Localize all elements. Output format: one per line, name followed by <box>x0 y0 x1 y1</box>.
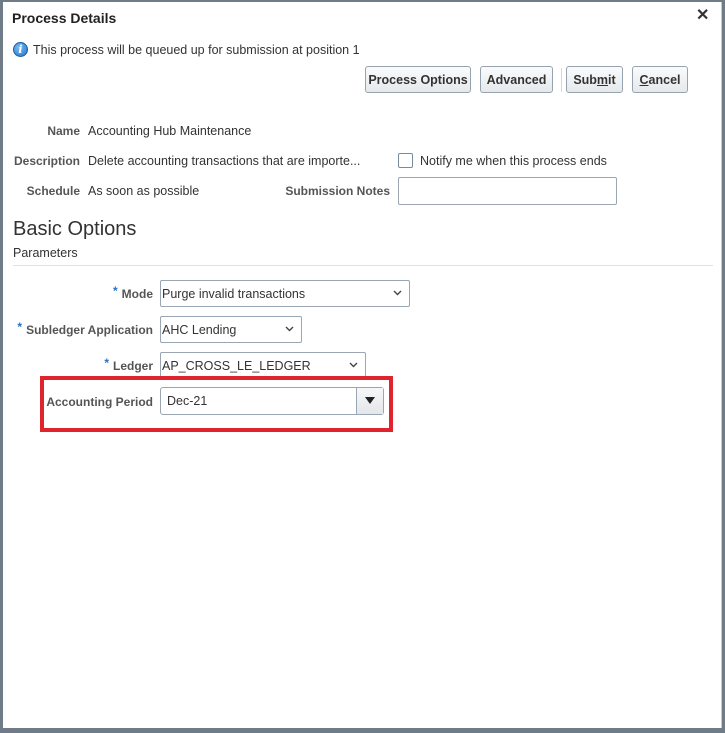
description-value: Delete accounting transactions that are … <box>88 154 361 168</box>
mode-select[interactable]: Purge invalid transactions <box>160 280 410 307</box>
schedule-value: As soon as possible <box>88 184 200 198</box>
required-marker: * <box>112 284 118 298</box>
description-label: Description <box>13 154 80 168</box>
section-divider <box>13 265 713 266</box>
info-message: i This process will be queued up for sub… <box>13 42 360 57</box>
submission-notes-input[interactable] <box>398 177 617 205</box>
section-title: Basic Options <box>13 218 137 240</box>
submission-notes-label: Submission Notes <box>285 184 390 198</box>
subledger-application-label: * Subledger Application <box>17 320 153 337</box>
required-marker: * <box>104 356 109 370</box>
dialog-title: Process Details <box>12 10 117 26</box>
ledger-label: * Ledger <box>104 356 153 373</box>
info-message-text: This process will be queued up for submi… <box>33 42 360 57</box>
submit-label: Submit <box>573 72 616 87</box>
cancel-button[interactable]: Cancel <box>632 66 688 93</box>
chevron-down-icon <box>349 362 358 368</box>
advanced-button[interactable]: Advanced <box>480 66 553 93</box>
annotation-highlight-box <box>40 376 393 432</box>
mode-label: * Mode <box>112 284 153 301</box>
info-icon: i <box>13 42 28 57</box>
close-icon[interactable]: ✕ <box>696 8 709 24</box>
ledger-select[interactable]: AP_CROSS_LE_LEDGER <box>160 352 366 379</box>
notify-checkbox[interactable] <box>398 153 413 168</box>
chevron-down-icon <box>393 290 402 296</box>
mode-select-value: Purge invalid transactions <box>162 286 306 301</box>
process-details-dialog: Process Details ✕ i This process will be… <box>3 2 722 728</box>
process-options-button[interactable]: Process Options <box>365 66 471 93</box>
cancel-label: Cancel <box>639 72 681 87</box>
required-marker: * <box>17 320 23 334</box>
schedule-label: Schedule <box>26 184 80 198</box>
chevron-down-icon <box>285 326 294 332</box>
name-value: Accounting Hub Maintenance <box>88 124 252 138</box>
notify-label: Notify me when this process ends <box>420 154 607 168</box>
subledger-application-value: AHC Lending <box>162 322 237 337</box>
section-subtitle: Parameters <box>13 246 78 260</box>
ledger-select-value: AP_CROSS_LE_LEDGER <box>162 358 311 373</box>
submit-button[interactable]: Submit <box>566 66 623 93</box>
toolbar-separator <box>561 68 562 92</box>
subledger-application-select[interactable]: AHC Lending <box>160 316 302 343</box>
name-label: Name <box>47 124 80 138</box>
